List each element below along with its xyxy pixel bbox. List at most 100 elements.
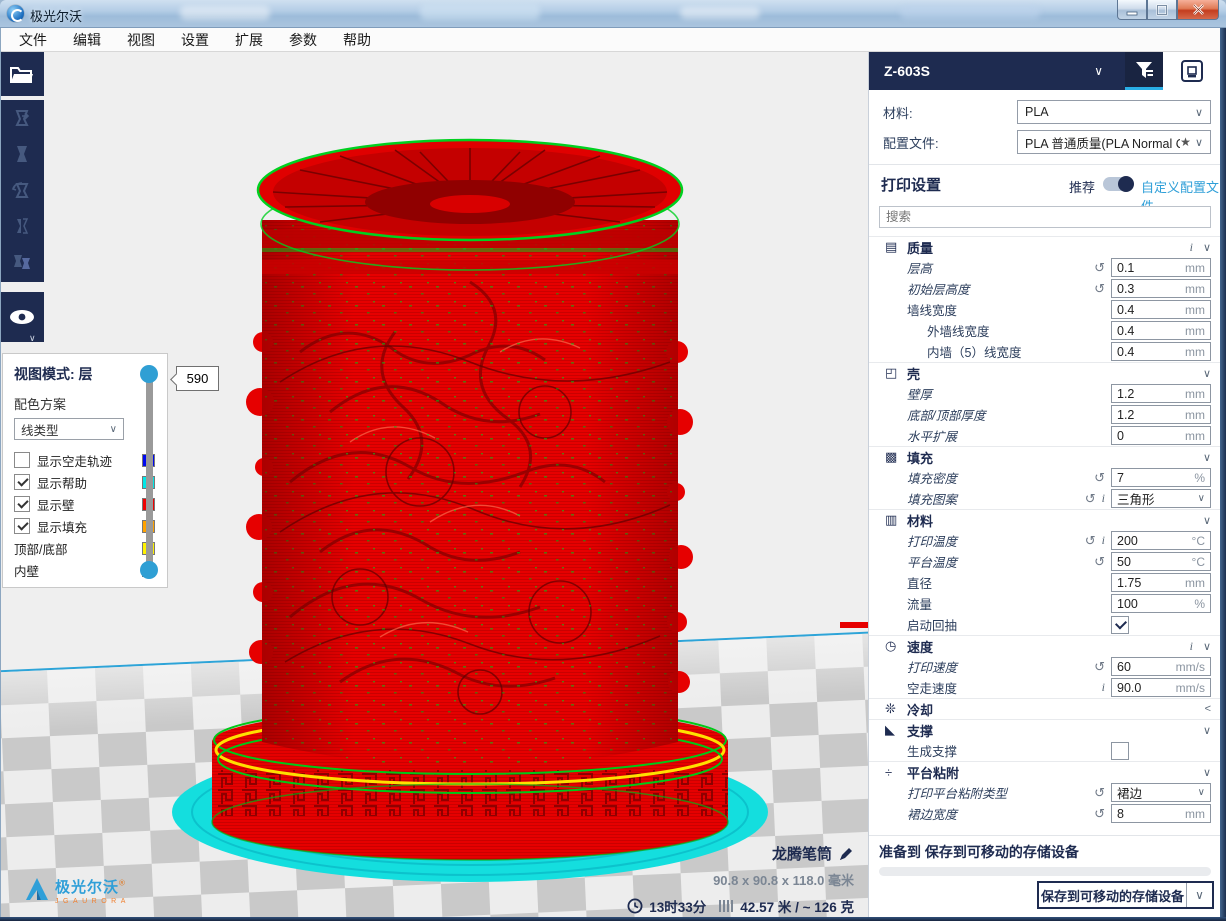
recommended-custom-toggle[interactable] xyxy=(1103,177,1133,191)
menu-item-5[interactable]: 参数 xyxy=(276,27,330,53)
reset-icon[interactable]: ↺ xyxy=(1094,281,1105,297)
menu-item-3[interactable]: 设置 xyxy=(168,27,222,53)
move-tool-icon xyxy=(11,107,33,129)
info-icon[interactable]: i xyxy=(1190,639,1193,654)
section-header-adhesion[interactable]: ÷平台粘附∨ xyxy=(869,761,1221,782)
print-settings-title: 打印设置 xyxy=(881,174,941,195)
view-mode-button[interactable] xyxy=(0,292,44,342)
setting-input[interactable]: 60mm/s xyxy=(1111,657,1211,676)
reset-icon[interactable]: ↺ xyxy=(1094,659,1105,675)
info-icon[interactable]: i xyxy=(1102,680,1105,695)
reset-icon[interactable]: ↺ xyxy=(1094,470,1105,486)
section-header-infill[interactable]: ▩填充∨ xyxy=(869,446,1221,467)
layer-slider-top-handle[interactable] xyxy=(140,365,158,383)
printer-name[interactable]: Z-603S xyxy=(884,63,1094,79)
section-header-speed[interactable]: ◷速度i∨ xyxy=(869,635,1221,656)
chevron-down-icon[interactable]: ∨ xyxy=(1203,640,1211,653)
rename-pencil-icon[interactable] xyxy=(839,846,854,861)
maximize-button[interactable] xyxy=(1147,0,1177,20)
title-bar[interactable]: 极光尔沃 xyxy=(0,0,1226,28)
setting-label: 打印平台粘附类型 xyxy=(907,783,1094,802)
chevron-down-icon[interactable]: ∨ xyxy=(1203,766,1211,779)
setting-unit: °C xyxy=(1192,555,1205,569)
close-button[interactable] xyxy=(1177,0,1219,20)
setting-input[interactable]: 0.1mm xyxy=(1111,258,1211,277)
setting-input[interactable]: 50°C xyxy=(1111,552,1211,571)
rotate-tool-button[interactable] xyxy=(0,172,44,208)
material-value: PLA xyxy=(1025,105,1191,119)
brand-logo: 极光尔沃® JGAURORA xyxy=(24,876,130,905)
reset-icon[interactable]: ↺ xyxy=(1094,260,1105,276)
color-scheme-select[interactable]: 线类型 ∨ xyxy=(14,418,124,440)
brand-name-cn: 极光尔沃 xyxy=(55,879,119,896)
menu-item-2[interactable]: 视图 xyxy=(114,27,168,53)
printer-dropdown-chevron-icon[interactable]: ∨ xyxy=(1094,64,1103,78)
setting-select[interactable]: 三角形∨ xyxy=(1111,489,1211,508)
setting-input[interactable]: 100% xyxy=(1111,594,1211,613)
setting-row: 生成支撑 xyxy=(869,740,1221,761)
info-icon[interactable]: i xyxy=(1102,491,1105,506)
setting-input[interactable]: 8mm xyxy=(1111,804,1211,823)
info-icon[interactable]: i xyxy=(1190,240,1193,255)
chevron-down-icon[interactable]: ∨ xyxy=(1203,367,1211,380)
viewport-3d[interactable]: ∨ 视图模式: 层 配色方案 线类型 ∨ 显示空走轨迹显示帮助显示壁显示填充顶部… xyxy=(0,52,868,917)
reset-icon[interactable]: ↺ xyxy=(1085,533,1096,549)
section-header-support[interactable]: ◣支撑∨ xyxy=(869,719,1221,740)
menu-item-6[interactable]: 帮助 xyxy=(330,27,384,53)
menu-item-0[interactable]: 文件 xyxy=(6,27,60,53)
menu-item-1[interactable]: 编辑 xyxy=(60,27,114,53)
setting-input[interactable]: 0.4mm xyxy=(1111,342,1211,361)
info-icon[interactable]: i xyxy=(1102,533,1105,548)
setting-checkbox[interactable] xyxy=(1111,742,1129,760)
option-checkbox[interactable] xyxy=(14,452,30,468)
option-checkbox[interactable] xyxy=(14,474,30,490)
reset-icon[interactable]: ↺ xyxy=(1094,806,1105,822)
setting-input[interactable]: 1.75mm xyxy=(1111,573,1211,592)
section-header-quality[interactable]: ▤质量i∨ xyxy=(869,236,1221,257)
save-to-removable-button[interactable]: 保存到可移动的存储设备 ∨ xyxy=(1037,881,1214,909)
chevron-down-icon: ∨ xyxy=(1195,136,1203,149)
setting-input[interactable]: 1.2mm xyxy=(1111,384,1211,403)
material-select[interactable]: PLA ∨ xyxy=(1017,100,1211,124)
setting-input[interactable]: 0.3mm xyxy=(1111,279,1211,298)
reset-icon[interactable]: ↺ xyxy=(1094,554,1105,570)
setting-input[interactable]: 200°C xyxy=(1111,531,1211,550)
chevron-down-icon[interactable]: ∨ xyxy=(1203,724,1211,737)
chevron-left-icon[interactable]: < xyxy=(1205,703,1211,715)
section-header-cooling[interactable]: ❊冷却< xyxy=(869,698,1221,719)
option-checkbox[interactable] xyxy=(14,518,30,534)
reset-icon[interactable]: ↺ xyxy=(1085,491,1096,507)
setting-checkbox[interactable] xyxy=(1111,616,1129,634)
scale-tool-button[interactable] xyxy=(0,136,44,172)
setting-input[interactable]: 0.4mm xyxy=(1111,300,1211,319)
setting-input[interactable]: 1.2mm xyxy=(1111,405,1211,424)
layer-slider-bottom-handle[interactable] xyxy=(140,561,158,579)
option-checkbox[interactable] xyxy=(14,496,30,512)
setting-input[interactable]: 7% xyxy=(1111,468,1211,487)
minimize-button[interactable] xyxy=(1117,0,1147,20)
chevron-down-icon[interactable]: ∨ xyxy=(1203,451,1211,464)
setting-input[interactable]: 0mm xyxy=(1111,426,1211,445)
chevron-down-icon[interactable]: ∨ xyxy=(1203,514,1211,527)
profile-select[interactable]: PLA 普通质量(PLA Normal Qua ★ ∨ xyxy=(1017,130,1211,154)
reset-icon[interactable]: ↺ xyxy=(1094,785,1105,801)
mirror-tool-button[interactable] xyxy=(0,208,44,244)
per-model-settings-button[interactable] xyxy=(0,244,44,280)
monitor-stage-tab[interactable] xyxy=(1163,52,1221,90)
save-options-chevron-icon[interactable]: ∨ xyxy=(1186,883,1212,907)
layer-view-option-row: 显示空走轨迹 xyxy=(14,449,167,471)
profile-label: 配置文件: xyxy=(883,133,939,152)
open-file-button[interactable] xyxy=(0,52,44,96)
section-header-material[interactable]: ▥材料∨ xyxy=(869,509,1221,530)
setting-select[interactable]: 裙边∨ xyxy=(1111,783,1211,802)
setting-input[interactable]: 0.4mm xyxy=(1111,321,1211,340)
setting-input[interactable]: 90.0mm/s xyxy=(1111,678,1211,697)
chevron-down-icon[interactable]: ∨ xyxy=(1203,241,1211,254)
move-tool-button[interactable] xyxy=(0,100,44,136)
layer-slider-track[interactable] xyxy=(146,374,153,576)
menu-item-4[interactable]: 扩展 xyxy=(222,27,276,53)
section-header-shell[interactable]: ◰壳∨ xyxy=(869,362,1221,383)
preview-stage-tab[interactable] xyxy=(1125,52,1163,90)
settings-search-input[interactable] xyxy=(879,206,1211,228)
setting-unit: mm/s xyxy=(1176,660,1205,674)
